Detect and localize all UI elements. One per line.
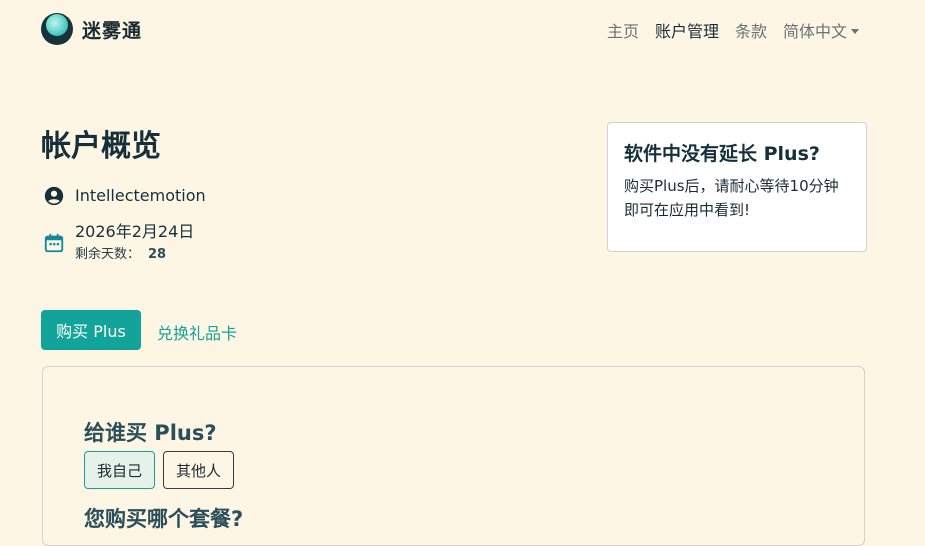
days-left-label: 剩余天数： [75, 247, 141, 262]
main-nav: 主页 账户管理 条款 简体中文 [591, 18, 859, 42]
expiry-row: 2026年2月24日 剩余天数： 28 [43, 222, 194, 262]
plus-help-text: 购买Plus后，请耐心等待10分钟即可在应用中看到! [624, 177, 839, 219]
buy-plus-button[interactable]: 购买 Plus [41, 310, 141, 350]
recipient-question: 给谁买 Plus? [84, 421, 217, 445]
language-dropdown[interactable]: 简体中文 [783, 18, 859, 42]
chevron-down-icon [851, 29, 859, 34]
recipient-self-button[interactable]: 我自己 [84, 451, 156, 489]
user-row: Intellectemotion [43, 185, 206, 207]
brand[interactable]: 迷雾通 [41, 13, 142, 45]
plan-question: 您购买哪个套餐? [84, 507, 244, 531]
redeem-gift-card-link[interactable]: 兑换礼品卡 [157, 320, 237, 344]
user-circle-icon [44, 186, 64, 206]
nav-item-account[interactable]: 账户管理 [655, 18, 719, 42]
username: Intellectemotion [75, 186, 206, 205]
recipient-choices: 我自己 其他人 [84, 451, 242, 489]
brand-logo-icon [41, 13, 73, 45]
navbar: 迷雾通 主页 账户管理 条款 简体中文 [0, 0, 925, 58]
expiry-info: 2026年2月24日 剩余天数： 28 [75, 222, 194, 262]
brand-name: 迷雾通 [82, 19, 143, 42]
nav-item-terms[interactable]: 条款 [735, 18, 767, 42]
calendar-icon [44, 233, 64, 253]
expiry-date: 2026年2月24日 [75, 222, 195, 241]
days-left: 剩余天数： 28 [75, 243, 194, 262]
nav-item-home[interactable]: 主页 [607, 18, 639, 42]
language-label: 简体中文 [782, 22, 847, 41]
plus-help-card: 软件中没有延长 Plus? 购买Plus后，请耐心等待10分钟即可在应用中看到! [607, 122, 867, 252]
days-left-value: 28 [148, 247, 167, 262]
recipient-other-button[interactable]: 其他人 [163, 451, 235, 489]
plus-help-title: 软件中没有延长 Plus? [624, 143, 820, 165]
purchase-form-card: 给谁买 Plus? 我自己 其他人 您购买哪个套餐? [42, 366, 865, 546]
page-title: 帐户概览 [41, 129, 161, 164]
